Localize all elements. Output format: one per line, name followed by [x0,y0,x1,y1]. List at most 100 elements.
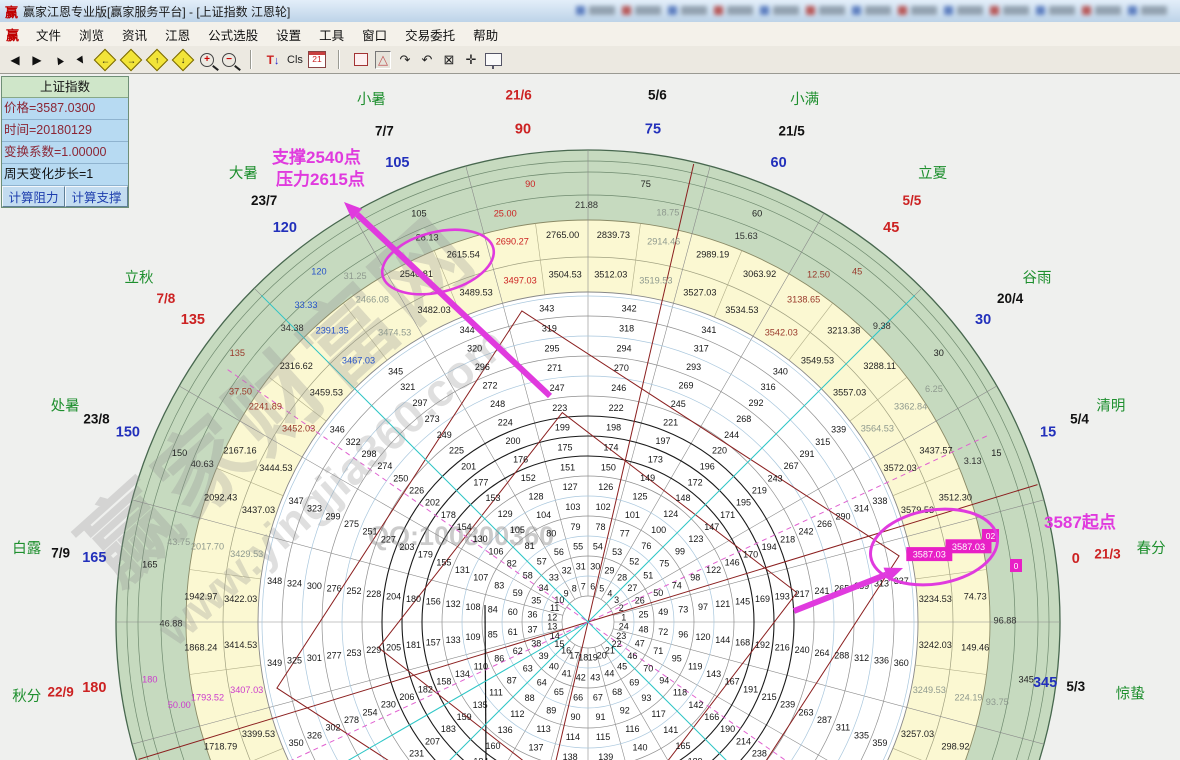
svg-text:135: 135 [181,312,205,328]
svg-text:94: 94 [659,675,669,685]
svg-text:264: 264 [814,648,829,658]
svg-text:处暑: 处暑 [51,397,80,414]
svg-text:172: 172 [688,477,703,487]
svg-text:3288.11: 3288.11 [863,361,896,371]
svg-text:1868.24: 1868.24 [184,642,217,652]
svg-text:290: 290 [835,511,850,521]
menu-item-1[interactable]: 浏览 [70,25,113,44]
svg-text:25.00: 25.00 [494,208,517,218]
zoom-out-icon[interactable]: − [219,49,239,70]
pointer-up-icon[interactable]: ▲ [49,49,69,70]
menu-item-2[interactable]: 资讯 [113,25,156,44]
svg-text:2989.19: 2989.19 [696,250,729,260]
svg-text:45: 45 [617,661,627,671]
svg-text:111: 111 [489,688,503,698]
pan-left-icon[interactable]: ← [93,49,117,70]
svg-text:2092.43: 2092.43 [204,492,237,502]
svg-text:192: 192 [755,640,770,650]
svg-text:43: 43 [590,673,600,683]
svg-text:62: 62 [513,646,523,656]
svg-text:1793.52: 1793.52 [191,693,224,703]
svg-text:247: 247 [550,383,565,393]
svg-text:0: 0 [1072,551,1080,567]
pan-down-icon[interactable]: ↓ [171,49,195,70]
svg-text:190: 190 [720,724,735,734]
svg-text:26: 26 [635,596,645,606]
axis-marker-icon[interactable]: T↓ [263,49,283,70]
center-view-icon[interactable]: ✛ [461,49,481,70]
index-info-panel: 上证指数 价格=3587.0300 时间=20180129 变换系数=1.000… [1,76,129,208]
svg-text:白露: 白露 [12,540,41,557]
svg-text:33.33: 33.33 [295,300,318,310]
pan-up-icon[interactable]: ↑ [145,49,169,70]
svg-text:134: 134 [455,669,470,679]
rotate-ccw-icon[interactable]: ↶ [417,49,437,70]
calendar-icon[interactable]: 21 [307,49,327,70]
svg-text:2466.08: 2466.08 [356,294,389,304]
svg-text:3482.03: 3482.03 [417,305,450,315]
svg-text:183: 183 [441,724,456,734]
svg-text:69: 69 [629,677,639,687]
svg-text:23/8: 23/8 [83,411,110,426]
svg-text:49: 49 [658,607,668,617]
calc-support-button[interactable]: 计算支撑 [65,186,128,207]
svg-text:142: 142 [688,700,703,710]
svg-text:112: 112 [510,709,524,719]
menu-item-3[interactable]: 江恩 [156,25,199,44]
menu-item-9[interactable]: 帮助 [464,25,507,44]
svg-text:115: 115 [596,732,610,742]
forward-icon[interactable]: ▶ [27,49,47,70]
svg-text:59: 59 [513,588,523,598]
svg-text:60: 60 [752,209,762,219]
svg-text:140: 140 [632,743,647,753]
cls-button[interactable]: Cls [285,49,305,70]
svg-text:72: 72 [658,627,668,637]
svg-text:141: 141 [663,725,678,735]
svg-text:242: 242 [798,527,813,537]
close-box-icon[interactable]: ⊠ [439,49,459,70]
svg-text:176: 176 [513,454,528,464]
menu-item-7[interactable]: 窗口 [353,25,396,44]
svg-text:314: 314 [854,504,869,514]
svg-text:222: 222 [609,403,624,413]
menu-item-8[interactable]: 交易委托 [396,25,464,44]
svg-text:287: 287 [817,715,832,725]
svg-text:169: 169 [755,594,770,604]
gann-wheel[interactable]: 赢家财富网www.yingjia360.comQQ:10080036012345… [0,0,1180,760]
svg-text:99: 99 [675,546,685,556]
svg-text:246: 246 [611,383,626,393]
board-icon[interactable] [483,49,503,70]
menu-item-0[interactable]: 文件 [27,25,70,44]
menu-item-5[interactable]: 设置 [267,25,310,44]
svg-text:3444.53: 3444.53 [259,463,292,473]
menu-item-6[interactable]: 工具 [310,25,353,44]
pointer-down-icon[interactable]: ▼ [71,49,91,70]
svg-text:70: 70 [643,663,653,673]
triangle-tool-icon[interactable]: △ [373,49,393,70]
calc-resistance-button[interactable]: 计算阻力 [2,186,65,207]
svg-text:02: 02 [986,531,996,541]
svg-text:146: 146 [725,557,740,567]
pan-right-icon[interactable]: → [119,49,143,70]
zoom-in-icon[interactable]: + [197,49,217,70]
svg-text:5: 5 [599,584,604,594]
svg-text:224.19: 224.19 [954,693,982,703]
svg-text:74: 74 [672,580,682,590]
menu-item-4[interactable]: 公式选股 [199,25,267,44]
svg-text:5/4: 5/4 [1070,411,1089,426]
svg-text:5/5: 5/5 [903,193,922,208]
svg-text:320: 320 [467,344,482,354]
svg-text:2167.16: 2167.16 [223,445,256,455]
square-tool-icon[interactable] [351,49,371,70]
svg-text:298: 298 [361,449,376,459]
svg-text:150: 150 [601,462,616,472]
svg-text:91: 91 [595,712,605,722]
svg-text:90: 90 [570,712,580,722]
svg-text:3587起点: 3587起点 [1044,512,1116,532]
svg-text:270: 270 [614,363,629,373]
svg-text:157: 157 [426,637,441,647]
svg-text:271: 271 [547,363,562,373]
back-icon[interactable]: ◀ [5,49,25,70]
rotate-cw-icon[interactable]: ↷ [395,49,415,70]
svg-text:171: 171 [720,510,735,520]
